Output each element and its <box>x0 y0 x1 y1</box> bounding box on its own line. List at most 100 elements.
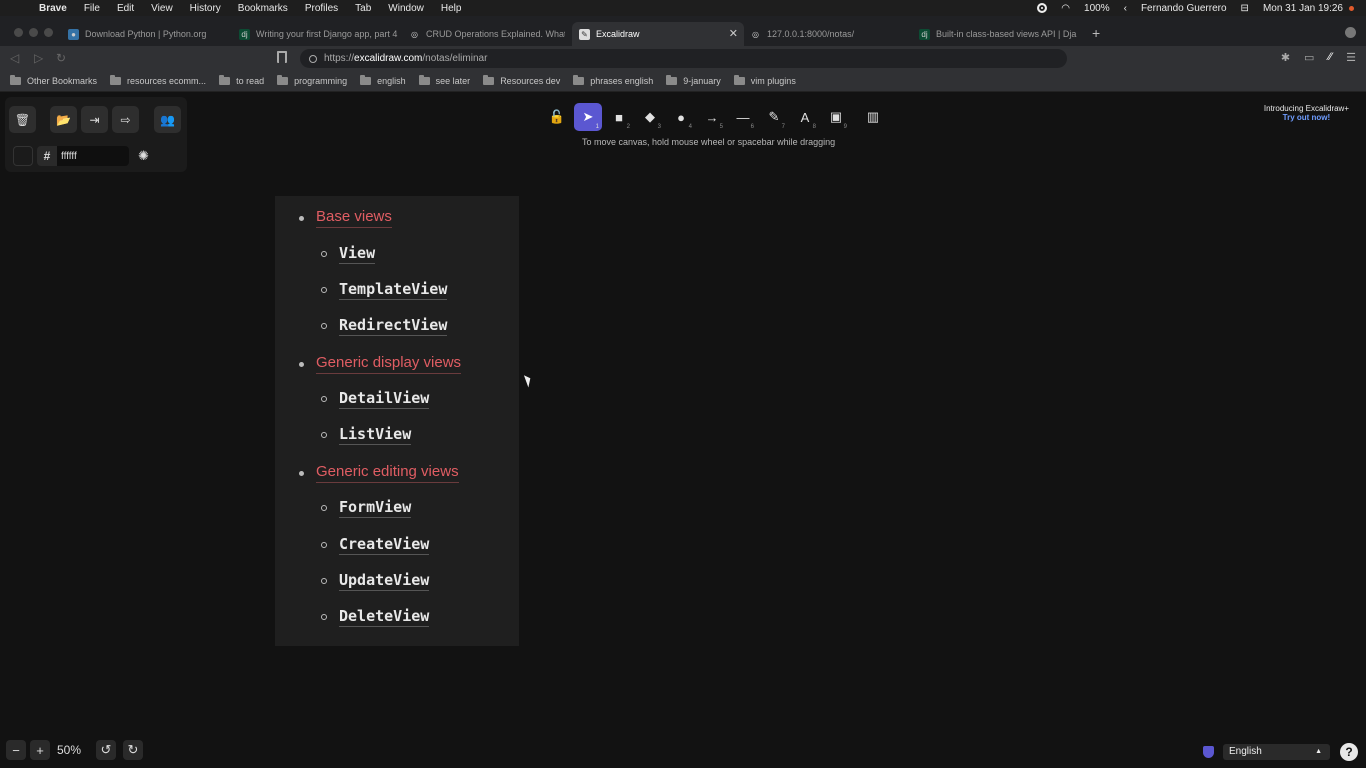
menu-tab[interactable]: Tab <box>355 3 371 14</box>
rectangle-tool[interactable]: ■ 2 <box>605 103 633 131</box>
bookmark-resources-dev[interactable]: Resources dev <box>483 74 560 86</box>
close-tab-icon[interactable]: ✕ <box>729 27 738 40</box>
bookmark-other[interactable]: Other Bookmarks <box>10 74 98 86</box>
menu-brave[interactable]: Brave <box>39 3 67 14</box>
menu-profiles[interactable]: Profiles <box>305 3 338 14</box>
excalidraw-plus-promo[interactable]: Introducing Excalidraw+ Try out now! <box>1264 104 1349 122</box>
tab-python[interactable]: ● Download Python | Python.org <box>68 22 232 46</box>
back-icon[interactable]: ◁ <box>10 51 19 65</box>
menu-history[interactable]: History <box>190 3 221 14</box>
tab-localhost[interactable]: ◎ 127.0.0.1:8000/notas/ <box>750 22 910 46</box>
reload-icon[interactable]: ↻ <box>56 51 66 65</box>
bookmark-programming[interactable]: programming <box>277 74 347 86</box>
bookmark-phrases-english[interactable]: phrases english <box>573 74 653 86</box>
tab-django-tutorial[interactable]: dj Writing your first Django app, part 4 <box>239 22 402 46</box>
selection-tool[interactable]: ➤ 1 <box>574 103 602 131</box>
line-tool[interactable]: —6 <box>729 103 757 131</box>
clear-canvas-button[interactable]: 🗑 <box>9 106 36 133</box>
arrow-tool[interactable]: → 5 <box>698 103 726 131</box>
bookmark-english[interactable]: english <box>360 74 406 86</box>
selection-icon: ➤ <box>582 109 594 124</box>
section-link: Generic display views <box>316 354 462 374</box>
folder-icon <box>666 74 678 85</box>
pen-extension-icon[interactable]: ⁄⁄ <box>1328 51 1332 64</box>
collaborate-button[interactable]: 👥 <box>154 106 181 133</box>
history-controls: ↺ ↻ <box>96 740 143 760</box>
view-name: ListView <box>339 425 412 445</box>
tool-shortcut: 3 <box>657 124 661 130</box>
tab-search-icon[interactable] <box>1345 27 1356 38</box>
arrow-icon: → <box>705 109 719 125</box>
save-button[interactable]: ⇥ <box>81 106 108 133</box>
language-select[interactable]: English ▲ <box>1223 744 1330 760</box>
menu-bookmarks[interactable]: Bookmarks <box>238 3 288 14</box>
text-icon: A <box>800 109 810 125</box>
help-button[interactable]: ? <box>1340 743 1358 761</box>
menu-edit[interactable]: Edit <box>117 3 134 14</box>
excalidraw-canvas[interactable]: 🗑 📂 ⇥ ⇨ 👥 # ✺ 🔓➤1■2◆3●4→5—6✎7A8▣9▥ To mo… <box>0 93 1366 768</box>
bookmark-9-january[interactable]: 9-january <box>666 74 721 86</box>
maximize-window-button[interactable] <box>44 28 53 37</box>
menu-help[interactable]: Help <box>441 3 462 14</box>
zoom-controls: − + 50% <box>6 740 84 760</box>
bookmark-see-later[interactable]: see later <box>418 74 471 86</box>
background-color-input[interactable] <box>57 146 129 166</box>
list-item: UpdateView <box>321 571 430 591</box>
zoom-in-button[interactable]: + <box>30 740 50 760</box>
lock-tool[interactable]: 🔓 <box>543 103 571 131</box>
undo-button[interactable]: ↺ <box>96 740 116 760</box>
diamond-tool[interactable]: ◆ 3 <box>636 103 664 131</box>
screen-record-icon[interactable] <box>1037 3 1048 13</box>
view-name: DeleteView <box>339 607 430 627</box>
clock[interactable]: Mon 31 Jan 19:26 <box>1263 3 1343 14</box>
bookmark-resources-ecomm[interactable]: resources ecomm... <box>110 74 207 86</box>
bookmark-label: Other Bookmarks <box>27 75 98 86</box>
bookmark-label: resources ecomm... <box>127 75 207 86</box>
list-item: Generic display views <box>299 354 462 374</box>
library-icon: ▥ <box>866 109 880 124</box>
wifi-icon[interactable]: ◠ <box>1061 3 1070 14</box>
bookmark-to-read[interactable]: to read <box>219 74 264 86</box>
ellipse-tool[interactable]: ● 4 <box>667 103 695 131</box>
redo-button[interactable]: ↻ <box>123 740 143 760</box>
zoom-out-button[interactable]: − <box>6 740 26 760</box>
open-button[interactable]: 📂 <box>50 106 77 133</box>
encryption-shield-icon[interactable] <box>1203 746 1214 758</box>
bookmark-page-icon[interactable] <box>277 51 287 63</box>
circle-bullet-icon <box>321 287 327 293</box>
chevron-left-icon[interactable]: ‹ <box>1124 3 1127 14</box>
browser-menu-icon[interactable]: ☰ <box>1346 51 1356 64</box>
site-info-icon[interactable] <box>309 54 317 63</box>
list-item: View <box>321 244 376 264</box>
minimize-window-button[interactable] <box>29 28 38 37</box>
pencil-tool[interactable]: ✎ 7 <box>760 103 788 131</box>
user-name[interactable]: Fernando Guerrero <box>1141 3 1227 14</box>
tab-django-docs[interactable]: dj Built-in class-based views API | Dja <box>919 22 1081 46</box>
line-icon: — <box>736 109 750 125</box>
browser-tab-bar: ● Download Python | Python.org dj Writin… <box>0 16 1366 48</box>
control-center-icon[interactable]: ⊟ <box>1241 3 1249 14</box>
menu-window[interactable]: Window <box>388 3 424 14</box>
zoom-level[interactable]: 50% <box>54 743 84 757</box>
new-tab-icon[interactable]: + <box>1092 25 1100 41</box>
forward-icon[interactable]: ▷ <box>34 51 43 65</box>
menu-file[interactable]: File <box>84 3 100 14</box>
promo-link[interactable]: Try out now! <box>1264 113 1349 122</box>
menu-view[interactable]: View <box>151 3 173 14</box>
tab-crud[interactable]: ◎ CRUD Operations Explained. What i <box>409 22 565 46</box>
text-tool[interactable]: A8 <box>791 103 819 131</box>
bookmark-vim-plugins[interactable]: vim plugins <box>733 74 796 86</box>
tab-excalidraw[interactable]: ✎ Excalidraw ✕ <box>572 22 744 46</box>
ellipse-icon: ● <box>677 109 685 125</box>
theme-toggle-icon[interactable]: ✺ <box>138 148 149 164</box>
export-button[interactable]: ⇨ <box>112 106 139 133</box>
library-tool[interactable]: ▥ <box>859 103 887 131</box>
image-tool[interactable]: ▣ 9 <box>822 103 850 131</box>
bookmark-label: see later <box>435 75 471 86</box>
canvas-background-swatch[interactable] <box>13 146 33 166</box>
wallet-icon[interactable]: ▭ <box>1304 51 1314 64</box>
extensions-icon[interactable]: ✱ <box>1281 51 1290 64</box>
pasted-image[interactable]: Base views View TemplateView RedirectVie… <box>275 196 519 646</box>
close-window-button[interactable] <box>14 28 23 37</box>
address-bar[interactable]: https://excalidraw.com/notas/eliminar <box>300 49 1067 68</box>
